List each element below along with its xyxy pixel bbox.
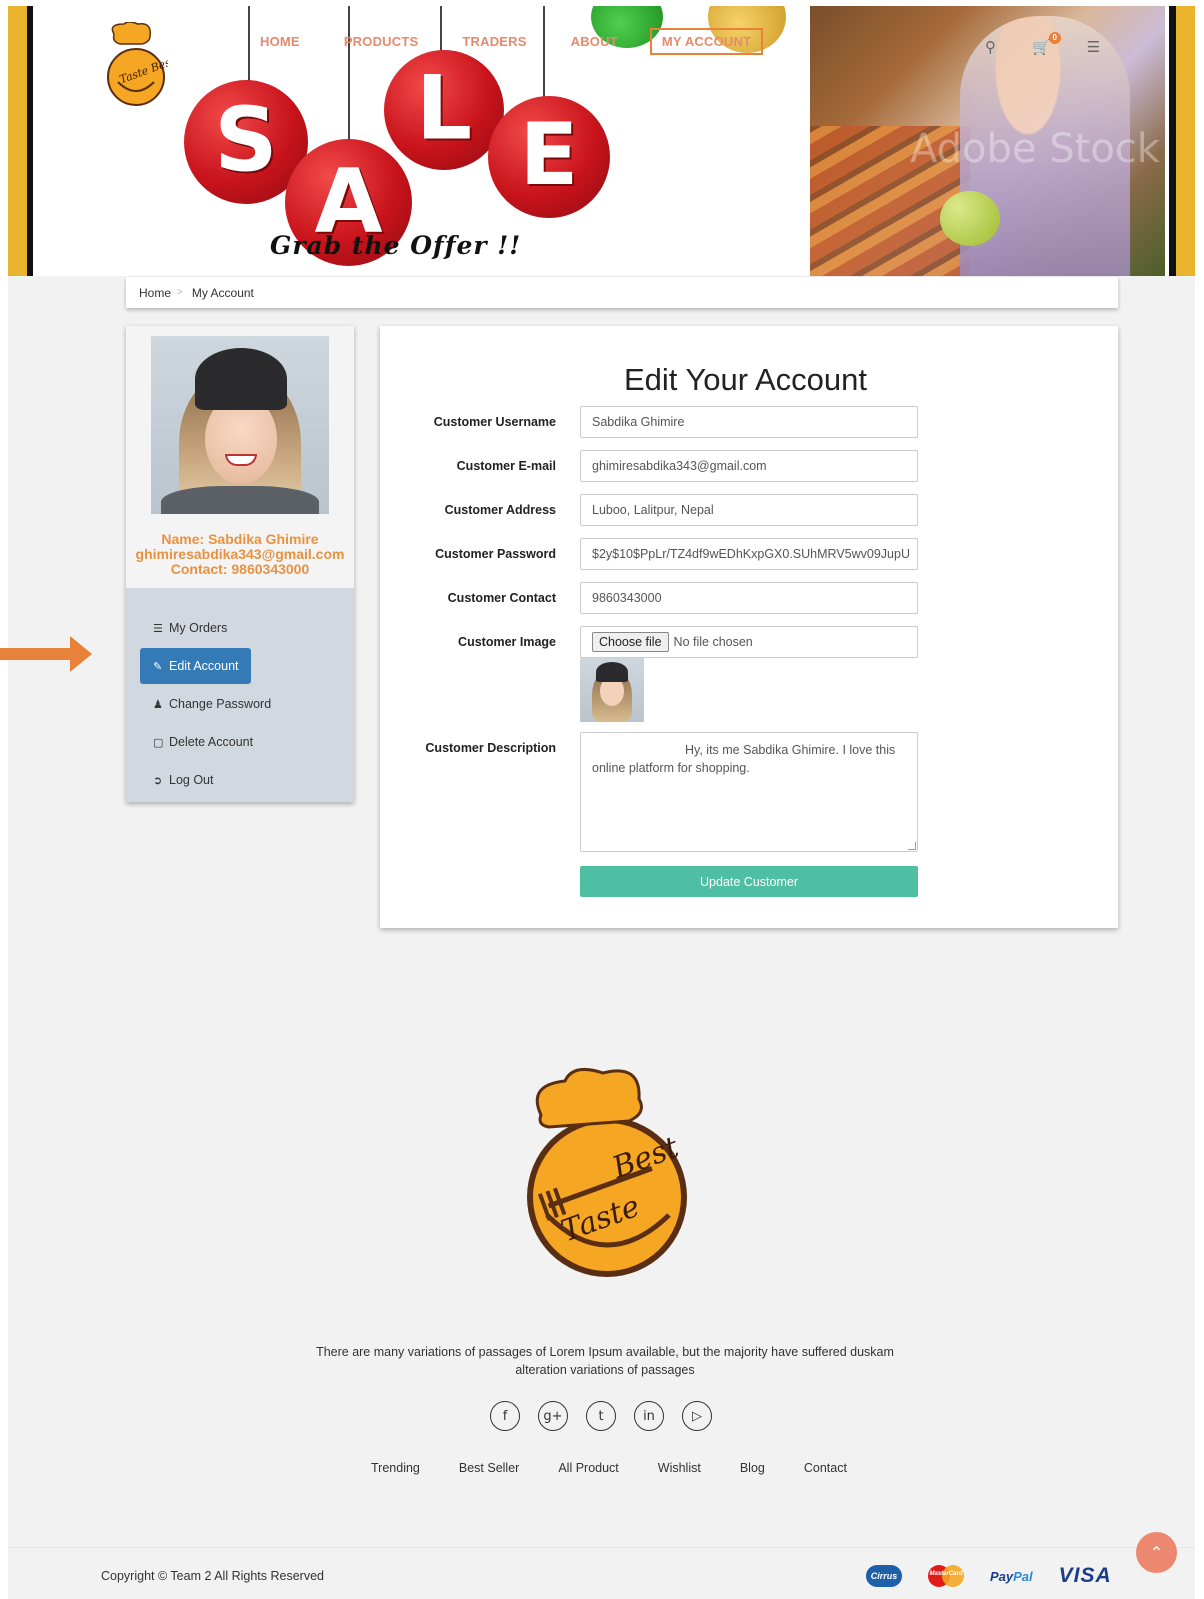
photo-coat [161, 486, 319, 514]
search-icon[interactable]: ⚲ [985, 38, 996, 56]
nav-home[interactable]: HOME [260, 34, 300, 49]
menu-icon[interactable]: ☰ [1087, 38, 1100, 56]
main-nav: HOME PRODUCTS TRADERS ABOUT MY ACCOUNT [260, 28, 801, 55]
sidebar-item-label: Change Password [169, 697, 272, 711]
footer-link-best-seller[interactable]: Best Seller [459, 1461, 519, 1475]
address-label: Customer Address [444, 503, 556, 517]
profile-info: Name: Sabdika Ghimire ghimiresabdika343@… [126, 532, 354, 577]
payment-methods: Cirrus MasterCard PayPal VISA [866, 1564, 1112, 1588]
address-input[interactable]: Luboo, Lalitpur, Nepal [580, 494, 918, 526]
nav-products[interactable]: PRODUCTS [344, 34, 419, 49]
tastebest-logo-icon[interactable]: Taste Best [104, 22, 168, 106]
banner-right-bar [1169, 6, 1195, 276]
linkedin-icon[interactable]: in [634, 1401, 664, 1431]
cart-count-badge: 0 [1048, 32, 1061, 44]
password-input[interactable]: $2y$10$PpLr/TZ4df9wEDhKxpGX0.SUhMRV5wv09… [580, 538, 918, 570]
copyright-text: Copyright © Team 2 All Rights Reserved [101, 1569, 324, 1583]
breadcrumb-home[interactable]: Home [139, 286, 171, 300]
pencil-icon: ✎ [153, 660, 163, 673]
breadcrumb-current: My Account [191, 285, 254, 300]
profile-contact: Contact: 9860343000 [170, 561, 310, 577]
thumb-beanie [596, 662, 628, 682]
description-text: Hy, its me Sabdika Ghimire. I love this … [592, 743, 896, 775]
password-label: Customer Password [435, 547, 556, 561]
breadcrumb: Home > My Account [126, 277, 1118, 308]
user-icon: ♟ [153, 698, 163, 711]
sidebar-menu: ☰ My Orders ✎ Edit Account ♟ Change Pass… [126, 588, 354, 798]
username-label: Customer Username [433, 415, 556, 429]
profile-name: Name: Sabdika Ghimire [161, 531, 319, 547]
sidebar-item-edit-account[interactable]: ✎ Edit Account [140, 648, 251, 684]
profile-email: ghimiresabdika343@gmail.com [135, 546, 345, 562]
paypal-label-b: Pal [1013, 1568, 1033, 1584]
footer-link-all-product[interactable]: All Product [558, 1461, 618, 1475]
facebook-icon[interactable]: f [490, 1401, 520, 1431]
footer-link-trending[interactable]: Trending [371, 1461, 420, 1475]
page: S A L E Grab the Offer !! Adobe Stock Ta… [0, 0, 1204, 1599]
footer-description: There are many variations of passages of… [316, 1345, 894, 1377]
username-input[interactable]: Sabdika Ghimire [580, 406, 918, 438]
footer-link-wishlist[interactable]: Wishlist [658, 1461, 701, 1475]
email-label: Customer E-mail [456, 459, 556, 473]
sale-balloon-e: E [488, 96, 610, 218]
social-links: f g+ t in ▷ [490, 1401, 712, 1431]
footer-link-contact[interactable]: Contact [804, 1461, 847, 1475]
description-label: Customer Description [425, 741, 556, 755]
youtube-icon[interactable]: ▷ [682, 1401, 712, 1431]
cirrus-icon: Cirrus [866, 1565, 902, 1587]
sidebar-item-label: My Orders [169, 621, 228, 635]
resize-grip-icon[interactable] [908, 842, 916, 850]
trash-icon: ▢ [153, 736, 164, 749]
balloon-string [248, 6, 250, 86]
contact-label: Customer Contact [447, 591, 556, 605]
tastebest-footer-logo-icon: Taste Best [527, 1067, 687, 1277]
breadcrumb-separator-icon: > [177, 287, 183, 298]
contact-input[interactable]: 9860343000 [580, 582, 918, 614]
balloon-string [348, 6, 350, 146]
header-icons: ⚲ 🛒 0 ☰ [985, 32, 1100, 56]
sidebar-item-label: Delete Account [169, 735, 254, 749]
image-label: Customer Image [458, 635, 556, 649]
cart-icon[interactable]: 🛒 0 [1032, 32, 1061, 56]
paypal-icon: PayPal [990, 1569, 1033, 1584]
logout-icon: ➲ [153, 774, 163, 787]
list-icon: ☰ [153, 622, 163, 635]
footer-link-blog[interactable]: Blog [740, 1461, 765, 1475]
tumblr-icon[interactable]: t [586, 1401, 616, 1431]
arrow-right-icon [0, 636, 92, 672]
visa-icon: VISA [1058, 1564, 1112, 1587]
sale-balloon-l: L [384, 50, 504, 170]
sidebar-item-my-orders[interactable]: ☰ My Orders [140, 610, 340, 646]
mastercard-icon: MasterCard [928, 1565, 964, 1587]
nav-about[interactable]: ABOUT [571, 34, 618, 49]
nav-traders[interactable]: TRADERS [462, 34, 526, 49]
nav-my-account[interactable]: MY ACCOUNT [649, 28, 764, 55]
banner-tagline: Grab the Offer !! [270, 231, 522, 260]
update-customer-button[interactable]: Update Customer [580, 866, 918, 897]
paypal-label-a: Pay [990, 1568, 1014, 1584]
footer-divider [8, 1547, 1195, 1548]
sidebar-item-delete-account[interactable]: ▢ Delete Account [140, 724, 340, 760]
sidebar-item-label: Edit Account [169, 659, 239, 673]
current-image-thumbnail [580, 658, 644, 722]
footer-links: Trending Best Seller All Product Wishlis… [371, 1461, 886, 1475]
google-plus-icon[interactable]: g+ [538, 1401, 568, 1431]
sidebar-item-change-password[interactable]: ♟ Change Password [140, 686, 340, 722]
scroll-to-top-button[interactable]: ⌃ [1136, 1532, 1177, 1573]
mastercard-label: MasterCard [929, 1571, 963, 1577]
edit-account-form: Edit Your Account Customer Username Sabd… [380, 326, 1118, 928]
email-input[interactable]: ghimiresabdika343@gmail.com [580, 450, 918, 482]
file-status: No file chosen [673, 635, 753, 649]
image-file-input: Choose file No file chosen [580, 626, 918, 658]
description-textarea[interactable]: Hy, its me Sabdika Ghimire. I love this … [580, 732, 918, 852]
balloon-string [543, 6, 545, 101]
sidebar-item-log-out[interactable]: ➲ Log Out [140, 762, 340, 798]
choose-file-button[interactable]: Choose file [592, 632, 669, 652]
sidebar-item-label: Log Out [169, 773, 214, 787]
chevron-up-icon: ⌃ [1149, 1544, 1164, 1562]
banner-left-bar [8, 6, 33, 276]
stock-watermark: Adobe Stock [910, 126, 1160, 172]
grapes [940, 191, 1000, 246]
page-title: Edit Your Account [624, 362, 868, 397]
